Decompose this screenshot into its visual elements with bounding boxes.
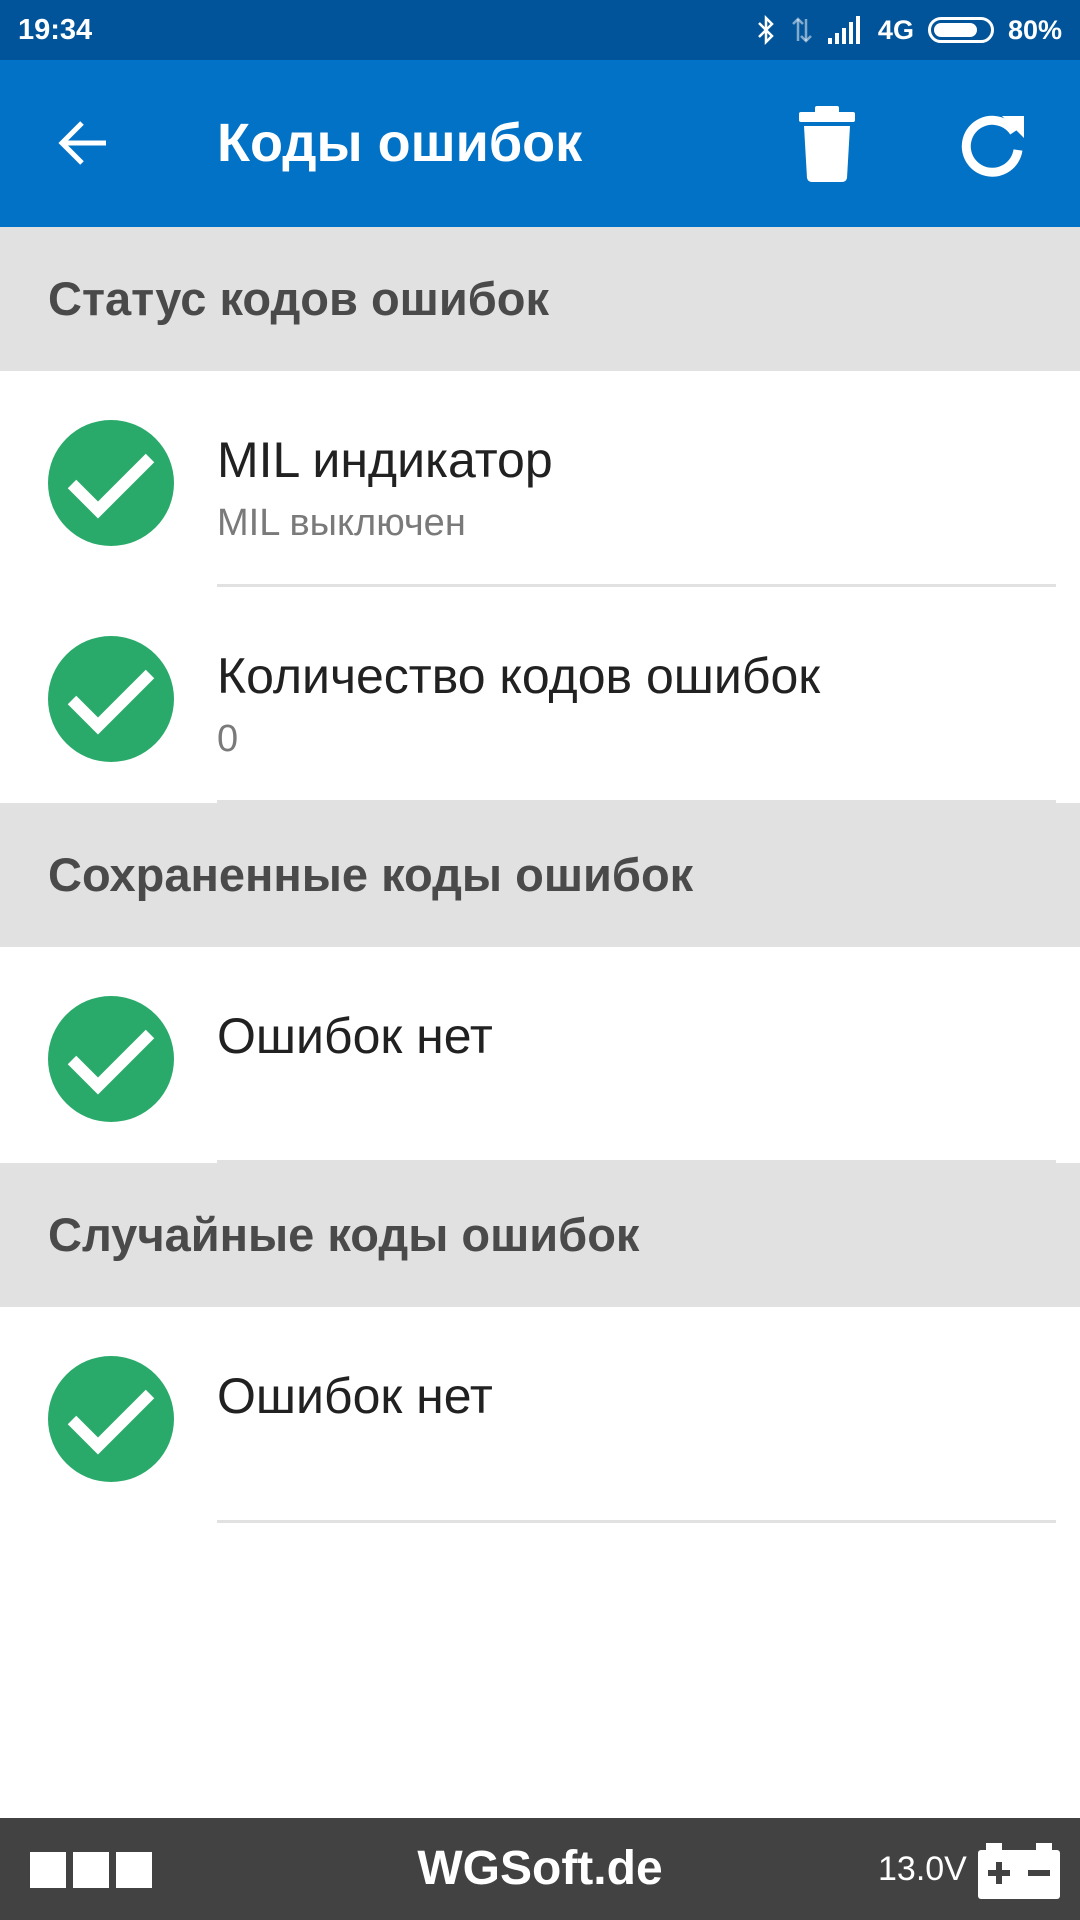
trash-icon[interactable]: [797, 106, 857, 182]
check-circle-icon: [48, 420, 174, 546]
list-item-mil[interactable]: MIL индикатор MIL выключен: [0, 371, 1080, 587]
item-subtitle: MIL выключен: [217, 502, 466, 544]
status-bar: 19:34 4G 80%: [0, 0, 1080, 60]
refresh-icon[interactable]: [958, 108, 1030, 180]
check-circle-icon: [48, 636, 174, 762]
status-icons: 4G 80%: [756, 0, 1062, 60]
list-item-error-count[interactable]: Количество кодов ошибок 0: [0, 587, 1080, 803]
item-title: Количество кодов ошибок: [217, 648, 821, 704]
data-transfer-icon: [790, 15, 814, 45]
app-bar: Коды ошибок: [0, 60, 1080, 227]
check-circle-icon: [48, 996, 174, 1122]
network-type: 4G: [877, 14, 914, 45]
car-battery-icon: [978, 1843, 1060, 1899]
battery-percent: 80%: [1007, 14, 1062, 45]
list-item-random-none[interactable]: Ошибок нет: [0, 1307, 1080, 1523]
divider: [217, 1520, 1056, 1523]
battery-icon: [927, 17, 994, 43]
page-title: Коды ошибок: [217, 113, 583, 173]
bluetooth-icon: [756, 15, 776, 45]
item-title: Ошибок нет: [217, 1368, 493, 1424]
item-title: MIL индикатор: [217, 432, 553, 488]
bottom-bar: WGSoft.de 13.0V: [0, 1818, 1080, 1920]
section-header-random: Случайные коды ошибок: [0, 1163, 1080, 1307]
check-circle-icon: [48, 1356, 174, 1482]
arrow-back-icon[interactable]: [56, 115, 112, 171]
status-time: 19:34: [18, 14, 93, 46]
signal-icon: [827, 16, 864, 44]
section-header-status: Статус кодов ошибок: [0, 227, 1080, 371]
list-item-stored-none[interactable]: Ошибок нет: [0, 947, 1080, 1163]
section-header-stored: Сохраненные коды ошибок: [0, 803, 1080, 947]
item-title: Ошибок нет: [217, 1008, 493, 1064]
item-subtitle: 0: [217, 718, 239, 760]
voltage-readout: 13.0V: [878, 1850, 967, 1888]
